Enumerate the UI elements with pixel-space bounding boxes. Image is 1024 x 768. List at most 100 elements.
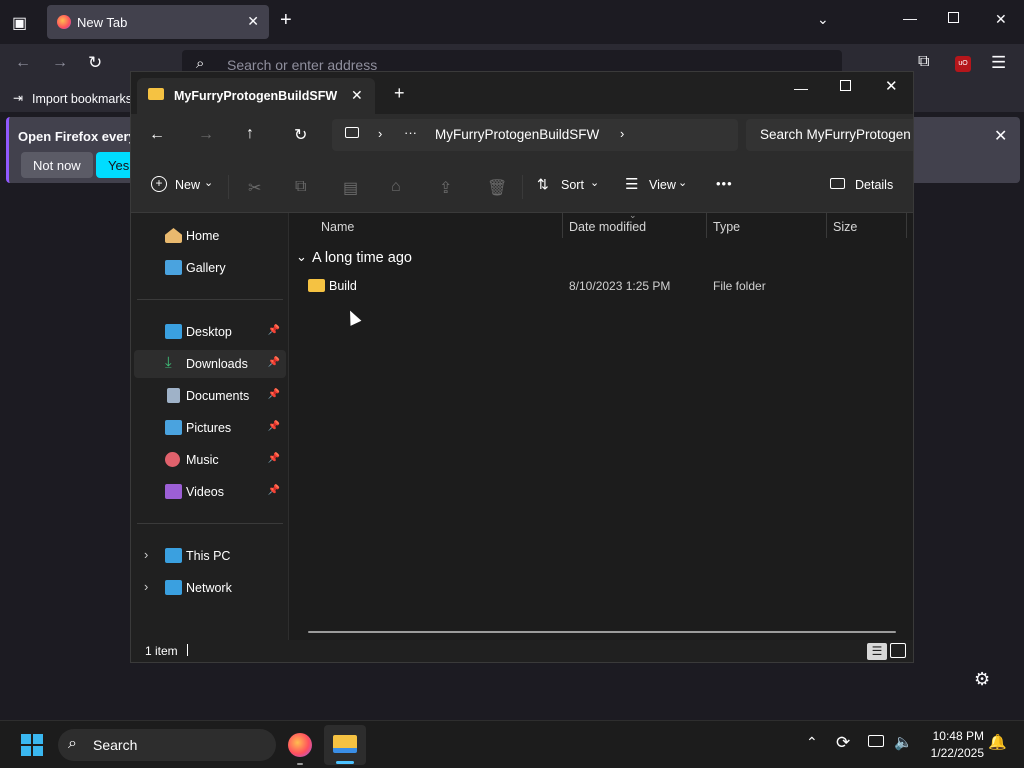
extensions-icon[interactable]: ⧉: [918, 53, 929, 71]
view-label: View: [649, 178, 676, 192]
pin-icon[interactable]: 📌: [268, 389, 280, 400]
group-header[interactable]: ⌄ A long time ago: [296, 247, 596, 269]
new-button[interactable]: + New ⌄: [149, 172, 223, 200]
pin-icon[interactable]: 📌: [268, 453, 280, 464]
ublock-origin-icon[interactable]: uO: [955, 56, 971, 72]
back-arrow-icon[interactable]: ←: [149, 126, 165, 144]
reload-icon[interactable]: ↻: [88, 53, 102, 73]
nav-item-network[interactable]: › Network: [134, 574, 286, 602]
start-button-windows-icon[interactable]: [21, 734, 43, 756]
view-button[interactable]: ☰ View ⌄: [623, 172, 697, 200]
up-arrow-icon[interactable]: ↑: [246, 125, 254, 143]
new-tab-icon[interactable]: +: [280, 9, 292, 32]
list-all-tabs-icon[interactable]: ⌄: [817, 11, 829, 28]
maximize-icon[interactable]: [840, 80, 851, 91]
details-pane-button[interactable]: Details: [828, 172, 908, 200]
pin-icon[interactable]: 📌: [268, 421, 280, 432]
import-bookmarks-link[interactable]: Import bookmarks: [32, 92, 132, 106]
not-now-button[interactable]: Not now: [21, 152, 93, 178]
notification-close-icon[interactable]: ✕: [994, 126, 1007, 146]
forward-arrow-icon[interactable]: →: [52, 54, 68, 72]
column-divider[interactable]: [906, 213, 907, 238]
nav-item-home[interactable]: Home: [134, 222, 286, 250]
nav-item-music[interactable]: Music 📌: [134, 446, 286, 474]
network-icon: [165, 580, 182, 595]
column-divider[interactable]: [562, 213, 563, 238]
column-header-type[interactable]: Type: [713, 220, 740, 234]
downloads-icon: ⤓: [165, 354, 172, 371]
nav-item-downloads[interactable]: ⤓ Downloads 📌: [134, 350, 286, 378]
nav-item-this-pc[interactable]: › This PC: [134, 542, 286, 570]
nav-divider: [137, 299, 283, 300]
explorer-tab-title: MyFurryProtogenBuildSFW: [174, 89, 338, 103]
chevron-right-icon[interactable]: ›: [144, 547, 148, 562]
close-window-icon[interactable]: ✕: [885, 77, 898, 95]
forward-arrow-icon[interactable]: →: [198, 126, 214, 144]
not-now-label: Not now: [33, 158, 81, 173]
file-explorer-taskbar-button[interactable]: [324, 725, 366, 765]
large-icons-view-icon[interactable]: [890, 643, 906, 658]
nav-item-gallery[interactable]: Gallery: [134, 254, 286, 282]
details-pane-icon: [830, 178, 845, 189]
copy-icon[interactable]: ⧉: [295, 178, 306, 196]
column-header-date-modified[interactable]: Date modified: [569, 220, 646, 234]
restore-icon[interactable]: [948, 12, 959, 23]
refresh-icon[interactable]: ↻: [294, 125, 307, 145]
close-tab-icon[interactable]: ✕: [351, 87, 363, 104]
minimize-icon[interactable]: —: [794, 80, 808, 96]
search-box[interactable]: Search MyFurryProtogen: [746, 119, 913, 151]
horizontal-scrollbar[interactable]: [308, 631, 896, 633]
sort-button[interactable]: ⇅ Sort ⌄: [535, 172, 605, 200]
nav-item-videos[interactable]: Videos 📌: [134, 478, 286, 506]
nav-item-documents[interactable]: Documents 📌: [134, 382, 286, 410]
more-options-button[interactable]: •••: [716, 176, 733, 191]
clock-time[interactable]: 10:48 PM: [920, 729, 984, 743]
hamburger-menu-icon[interactable]: ☰: [991, 53, 1006, 73]
cut-icon[interactable]: ✂: [248, 178, 261, 198]
chevron-right-icon[interactable]: ›: [144, 579, 148, 594]
notification-bell-icon[interactable]: 🔔: [988, 733, 1007, 751]
column-divider[interactable]: [706, 213, 707, 238]
breadcrumb-chevron-icon[interactable]: ›: [378, 126, 382, 141]
close-window-icon[interactable]: ✕: [995, 11, 1007, 28]
pin-icon[interactable]: 📌: [268, 357, 280, 368]
nav-label: Documents: [186, 389, 250, 403]
breadcrumb-ellipsis[interactable]: ···: [404, 125, 417, 140]
breadcrumb-chevron-icon[interactable]: ›: [620, 126, 624, 141]
gallery-icon: [165, 260, 182, 275]
status-divider: [187, 644, 188, 656]
delete-icon[interactable]: 🗑: [487, 178, 507, 198]
column-header-size[interactable]: Size: [833, 220, 857, 234]
firefox-view-icon[interactable]: ▣: [12, 13, 27, 33]
sync-icon[interactable]: ⟳: [836, 733, 850, 753]
close-tab-icon[interactable]: ✕: [247, 13, 259, 30]
address-bar[interactable]: › ··· MyFurryProtogenBuildSFW ›: [332, 119, 738, 151]
paste-icon[interactable]: ▤: [343, 178, 358, 198]
details-view-icon[interactable]: ☰: [867, 643, 887, 660]
network-status-icon[interactable]: [868, 735, 884, 747]
pin-icon[interactable]: 📌: [268, 485, 280, 496]
firefox-tab-new-tab[interactable]: New Tab ✕: [47, 5, 269, 39]
nav-item-desktop[interactable]: Desktop 📌: [134, 318, 286, 346]
share-icon[interactable]: ⇪: [439, 178, 452, 198]
explorer-tab[interactable]: MyFurryProtogenBuildSFW ✕: [137, 78, 375, 114]
back-arrow-icon[interactable]: ←: [15, 54, 31, 72]
column-header-name[interactable]: Name: [321, 220, 354, 234]
folder-icon: [148, 88, 164, 100]
minimize-icon[interactable]: —: [903, 10, 917, 26]
nav-label: Gallery: [186, 261, 226, 275]
pin-icon[interactable]: 📌: [268, 325, 280, 336]
breadcrumb-current-folder[interactable]: MyFurryProtogenBuildSFW: [435, 127, 599, 142]
volume-muted-icon[interactable]: 🔈: [894, 733, 913, 751]
settings-gear-icon[interactable]: ⚙: [974, 669, 990, 690]
nav-item-pictures[interactable]: Pictures 📌: [134, 414, 286, 442]
firefox-taskbar-icon[interactable]: [288, 733, 312, 757]
new-tab-icon[interactable]: +: [394, 83, 405, 104]
rename-icon[interactable]: ⌂: [391, 178, 401, 196]
clock-date[interactable]: 1/22/2025: [920, 746, 984, 760]
column-divider[interactable]: [826, 213, 827, 238]
view-list-icon: ☰: [625, 176, 639, 193]
show-hidden-icons-chevron-icon[interactable]: ⌃: [806, 734, 818, 751]
taskbar-search-box[interactable]: ⌕ Search: [58, 729, 276, 761]
file-row[interactable]: Build 8/10/2023 1:25 PM File folder: [302, 274, 912, 298]
